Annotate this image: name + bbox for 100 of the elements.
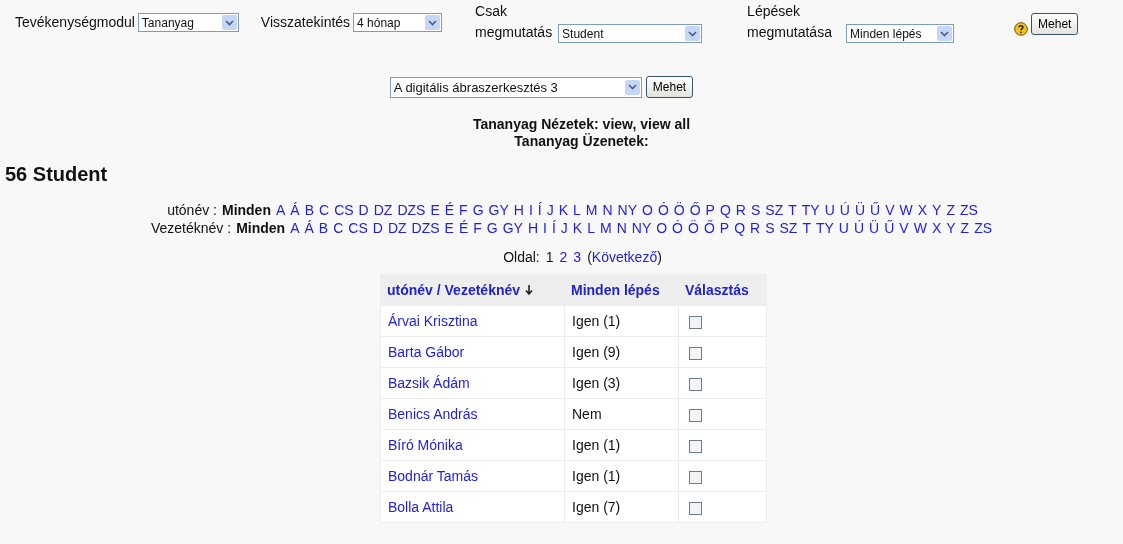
checkbox[interactable] bbox=[689, 346, 702, 360]
go-button[interactable]: Mehet bbox=[645, 76, 694, 98]
initial-link[interactable]: J bbox=[546, 201, 554, 219]
initial-link[interactable]: S bbox=[750, 201, 761, 219]
initial-link[interactable]: Ű bbox=[870, 201, 881, 219]
checkbox[interactable] bbox=[689, 377, 702, 391]
initial-link[interactable]: Ü bbox=[869, 219, 880, 237]
initial-link[interactable]: W bbox=[913, 219, 927, 237]
initial-link[interactable]: SZ bbox=[765, 201, 784, 219]
initial-link[interactable]: TY bbox=[815, 219, 834, 237]
initial-link[interactable]: NY bbox=[631, 219, 652, 237]
initial-link[interactable]: Q bbox=[734, 219, 745, 237]
initial-link[interactable]: A bbox=[275, 201, 286, 219]
initial-link[interactable]: B bbox=[304, 201, 314, 219]
checkbox[interactable] bbox=[689, 315, 702, 329]
initial-link[interactable]: DZS bbox=[397, 201, 426, 219]
initial-link[interactable]: Í bbox=[551, 219, 556, 237]
initial-link[interactable]: Ó bbox=[657, 201, 669, 219]
initial-link[interactable]: CS bbox=[334, 201, 354, 219]
initial-link[interactable]: P bbox=[705, 201, 715, 219]
checkbox[interactable] bbox=[689, 501, 702, 515]
initial-link[interactable]: U bbox=[824, 201, 835, 219]
initial-link[interactable]: NY bbox=[617, 201, 638, 219]
dropdown[interactable]: Tananyag bbox=[137, 13, 239, 32]
initial-link[interactable]: Ú bbox=[839, 201, 850, 219]
initial-link[interactable]: Z bbox=[960, 219, 970, 237]
initial-link[interactable]: M bbox=[585, 201, 598, 219]
initial-link[interactable]: Y bbox=[946, 219, 956, 237]
initial-link[interactable]: D bbox=[372, 219, 383, 237]
initial-link[interactable]: A bbox=[290, 219, 300, 237]
initial-link[interactable]: GY bbox=[488, 201, 509, 219]
initial-link[interactable]: R bbox=[735, 201, 746, 219]
initial-link[interactable]: Ő bbox=[689, 201, 701, 219]
initial-link[interactable]: Ó bbox=[672, 219, 683, 237]
initial-link[interactable]: N bbox=[616, 219, 627, 237]
checkbox[interactable] bbox=[689, 470, 702, 484]
initial-link[interactable]: Ö bbox=[673, 201, 685, 219]
initial-link[interactable]: TY bbox=[801, 201, 820, 219]
initial-link[interactable]: Ö bbox=[688, 219, 699, 237]
dropdown[interactable]: Minden lépés bbox=[846, 24, 955, 43]
initial-link[interactable]: Ú bbox=[853, 219, 865, 237]
initial-link[interactable]: I bbox=[543, 219, 547, 237]
initial-link[interactable]: C bbox=[319, 201, 330, 219]
dropdown[interactable]: 4 hónap bbox=[353, 13, 443, 32]
initial-link[interactable]: B bbox=[318, 219, 329, 237]
initial-link[interactable]: I bbox=[528, 201, 533, 219]
initial-link[interactable]: N bbox=[602, 201, 613, 219]
initial-link[interactable]: SZ bbox=[779, 219, 798, 237]
initial-link[interactable]: P bbox=[719, 219, 730, 237]
initial-link[interactable]: C bbox=[333, 219, 344, 237]
initial-link[interactable]: O bbox=[656, 219, 668, 237]
page-link[interactable]: 2 bbox=[559, 249, 568, 265]
student-name-link[interactable]: Bolla Attila bbox=[388, 499, 454, 515]
initial-link[interactable]: Á bbox=[290, 201, 300, 219]
initial-link[interactable]: H bbox=[513, 201, 524, 219]
help-icon[interactable] bbox=[1014, 22, 1029, 36]
initial-link[interactable]: H bbox=[527, 219, 539, 237]
initial-link[interactable]: F bbox=[459, 201, 468, 219]
initial-link[interactable]: GY bbox=[502, 219, 523, 237]
initial-link[interactable]: E bbox=[430, 201, 440, 219]
initial-link[interactable]: K bbox=[572, 219, 583, 237]
initial-link[interactable]: Ü bbox=[854, 201, 866, 219]
dropdown[interactable]: A digitális ábraszerkesztés 3 bbox=[389, 76, 642, 98]
initial-link[interactable]: E bbox=[444, 219, 454, 237]
initial-link[interactable]: Ű bbox=[884, 219, 895, 237]
initial-link[interactable]: G bbox=[472, 201, 484, 219]
page-link[interactable]: 3 bbox=[573, 249, 582, 265]
initial-link[interactable]: É bbox=[444, 201, 455, 219]
initial-link[interactable]: ZS bbox=[974, 219, 993, 237]
initial-link[interactable]: K bbox=[558, 201, 568, 219]
initial-link[interactable]: O bbox=[642, 201, 653, 219]
next-page-link[interactable]: Következő bbox=[591, 249, 658, 265]
initial-link[interactable]: Y bbox=[932, 201, 942, 219]
initial-link[interactable]: W bbox=[899, 201, 913, 219]
initial-link[interactable]: Q bbox=[719, 201, 731, 219]
initial-link[interactable]: J bbox=[560, 219, 568, 237]
initial-link[interactable]: D bbox=[358, 201, 369, 219]
initial-link[interactable]: DZS bbox=[411, 219, 440, 237]
initial-link[interactable]: DZ bbox=[373, 201, 393, 219]
initial-link[interactable]: Á bbox=[304, 219, 314, 237]
initial-link[interactable]: Í bbox=[537, 201, 542, 219]
initial-link[interactable]: U bbox=[838, 219, 849, 237]
initial-link[interactable]: ZS bbox=[959, 201, 978, 219]
initial-link[interactable]: CS bbox=[348, 219, 368, 237]
initial-link[interactable]: X bbox=[917, 201, 928, 219]
initial-link[interactable]: M bbox=[599, 219, 612, 237]
initial-link[interactable]: Ő bbox=[703, 219, 715, 237]
initial-link[interactable]: Z bbox=[946, 201, 955, 219]
dropdown[interactable]: Student bbox=[558, 24, 703, 43]
checkbox[interactable] bbox=[689, 408, 702, 422]
go-button[interactable]: Mehet bbox=[1031, 13, 1079, 35]
checkbox[interactable] bbox=[689, 439, 702, 453]
initial-link[interactable]: G bbox=[486, 219, 498, 237]
initial-link[interactable]: T bbox=[788, 201, 797, 219]
initial-link[interactable]: V bbox=[885, 201, 895, 219]
initial-link[interactable]: S bbox=[765, 219, 775, 237]
initial-link[interactable]: V bbox=[899, 219, 909, 237]
initial-link[interactable]: É bbox=[458, 219, 469, 237]
initial-link[interactable]: L bbox=[573, 201, 581, 219]
initial-link[interactable]: L bbox=[587, 219, 595, 237]
